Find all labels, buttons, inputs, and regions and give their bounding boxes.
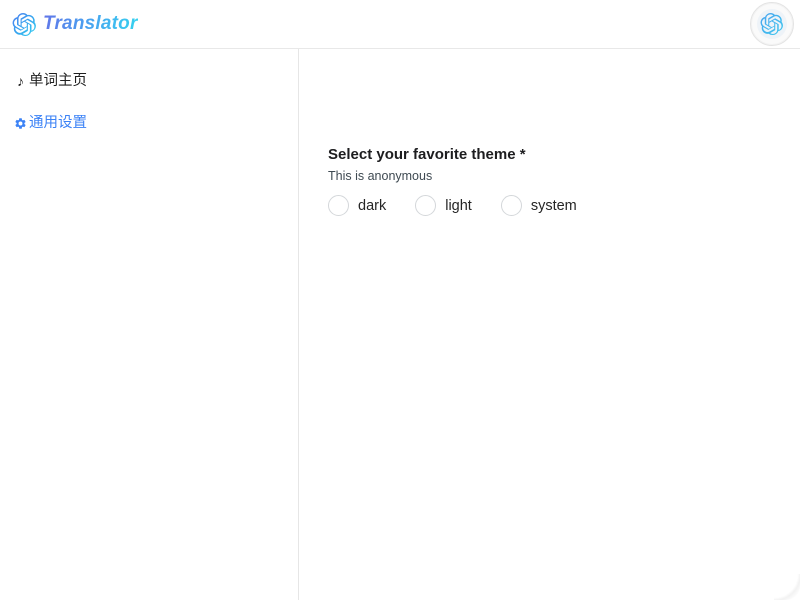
openai-knot-icon: [12, 12, 37, 37]
radio-option-label: system: [530, 197, 577, 214]
main-content: Select your favorite theme * This is ano…: [299, 49, 800, 600]
radio-option-label: dark: [358, 197, 387, 214]
radio-circle[interactable]: [415, 195, 437, 216]
sidebar: ♪ 单词主页 通用设置: [0, 49, 299, 600]
brand-logo-link[interactable]: Translator: [12, 0, 138, 48]
question-title: Select your favorite theme *: [328, 146, 526, 163]
radio-circle[interactable]: [328, 195, 349, 216]
user-avatar-button[interactable]: [750, 2, 794, 46]
sidebar-item-general-settings[interactable]: 通用设置: [0, 109, 298, 137]
radio-option-dark[interactable]: dark: [328, 195, 386, 216]
theme-radio-group: dark light system: [328, 195, 800, 216]
openai-knot-icon: [760, 12, 784, 36]
gear-icon: [14, 117, 27, 130]
music-note-icon: ♪: [17, 73, 24, 89]
avatar: [757, 9, 787, 39]
sidebar-item-word-home[interactable]: ♪ 单词主页: [0, 67, 298, 95]
radio-option-label: light: [445, 197, 472, 214]
sidebar-item-label: 通用设置: [29, 115, 87, 131]
app-header: Translator: [0, 0, 800, 49]
sidebar-item-label: 单词主页: [29, 73, 87, 89]
radio-option-system[interactable]: system: [500, 195, 577, 216]
brand-name: Translator: [43, 13, 138, 34]
radio-option-light[interactable]: light: [415, 195, 472, 216]
app-body: ♪ 单词主页 通用设置 Select your favorite theme *…: [0, 49, 800, 600]
radio-circle[interactable]: [500, 195, 522, 216]
question-subtitle: This is anonymous: [328, 169, 433, 183]
app-root: Translator ♪ 单词主页 通用设置 Select your favor…: [0, 0, 800, 600]
